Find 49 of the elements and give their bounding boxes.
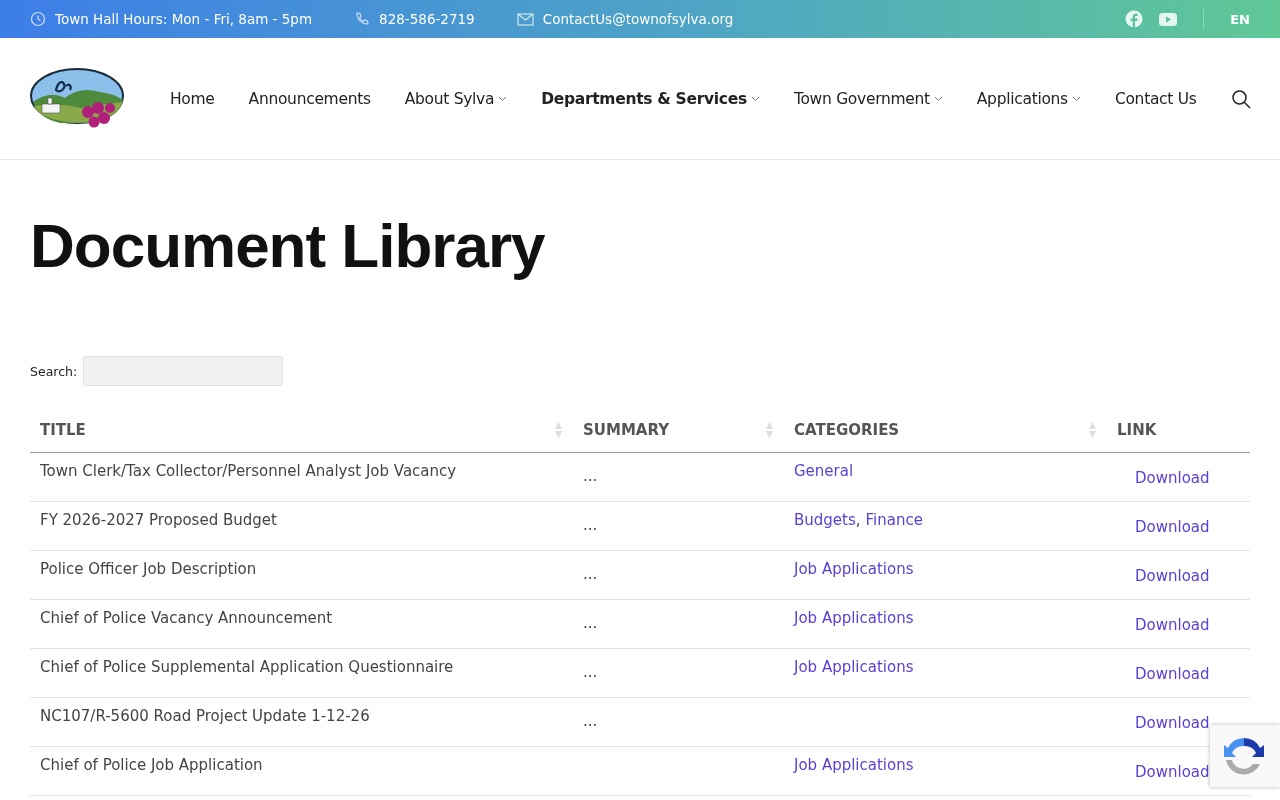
nav-link[interactable]: Announcements [248,89,371,108]
page-title: Document Library [30,210,546,282]
column-header[interactable]: TITLE [30,408,573,453]
title-cell: Chief of Police Job Application [30,746,573,796]
nav-link[interactable]: Departments & Services [541,89,760,108]
phone-icon [354,11,371,27]
nav-link[interactable]: Home [170,89,215,108]
category-link[interactable]: Finance [865,511,923,529]
category-link[interactable]: Job Applications [794,609,914,627]
recaptcha-badge[interactable] [1210,725,1280,787]
separator-text: , [855,511,861,529]
nav-link[interactable]: Town Government [793,89,943,108]
download-link[interactable]: Download [1135,714,1210,732]
nav-link[interactable]: Applications [976,89,1081,108]
envelope-icon [516,12,534,26]
clock-icon [30,11,46,27]
category-link[interactable]: Job Applications [794,560,914,578]
title-cell: Chief of Police Vacancy Announcement [30,599,573,649]
category-link[interactable]: Budgets [794,511,856,529]
column-header[interactable]: SUMMARY [573,408,784,453]
download-link[interactable]: Download [1135,518,1210,536]
title-cell: NC107/R-5600 Road Project Update 1-12-26 [30,697,573,747]
download-link[interactable]: Download [1135,616,1210,634]
search-label: Search: [30,363,78,379]
download-link[interactable]: Download [1135,567,1210,585]
town-logo[interactable] [30,67,126,130]
nav-link[interactable]: Contact Us [1114,89,1197,108]
summary-cell: ... [573,501,784,551]
column-header[interactable]: CATEGORIES [784,408,1107,453]
category-link[interactable]: Job Applications [794,756,914,774]
title-cell: FY 2026-2027 Proposed Budget [30,501,573,551]
summary-cell: ... [573,452,784,502]
download-link[interactable]: Download [1135,763,1210,781]
summary-cell: ... [573,648,784,698]
summary-cell: ... [573,599,784,649]
search-icon[interactable] [1230,88,1251,109]
summary-cell: ... [573,697,784,747]
category-link[interactable]: Job Applications [794,658,914,676]
title-cell: Chief of Police Supplemental Application Questionnaire [30,648,573,698]
summary-cell: ... [573,550,784,600]
title-cell: Police Officer Job Description [30,550,573,600]
category-link[interactable]: General [794,462,854,480]
title-cell: Town Clerk/Tax Collector/Personnel Analyst Job Vacancy [30,452,573,502]
download-link[interactable]: Download [1135,469,1210,487]
column-header: LINK [1107,408,1250,453]
hours-text: Town Hall Hours: Mon - Fri, 8am - 5pm [55,11,313,27]
search-field[interactable] [83,356,284,386]
download-link[interactable]: Download [1135,665,1210,683]
nav-link[interactable]: About Sylva [404,89,508,108]
